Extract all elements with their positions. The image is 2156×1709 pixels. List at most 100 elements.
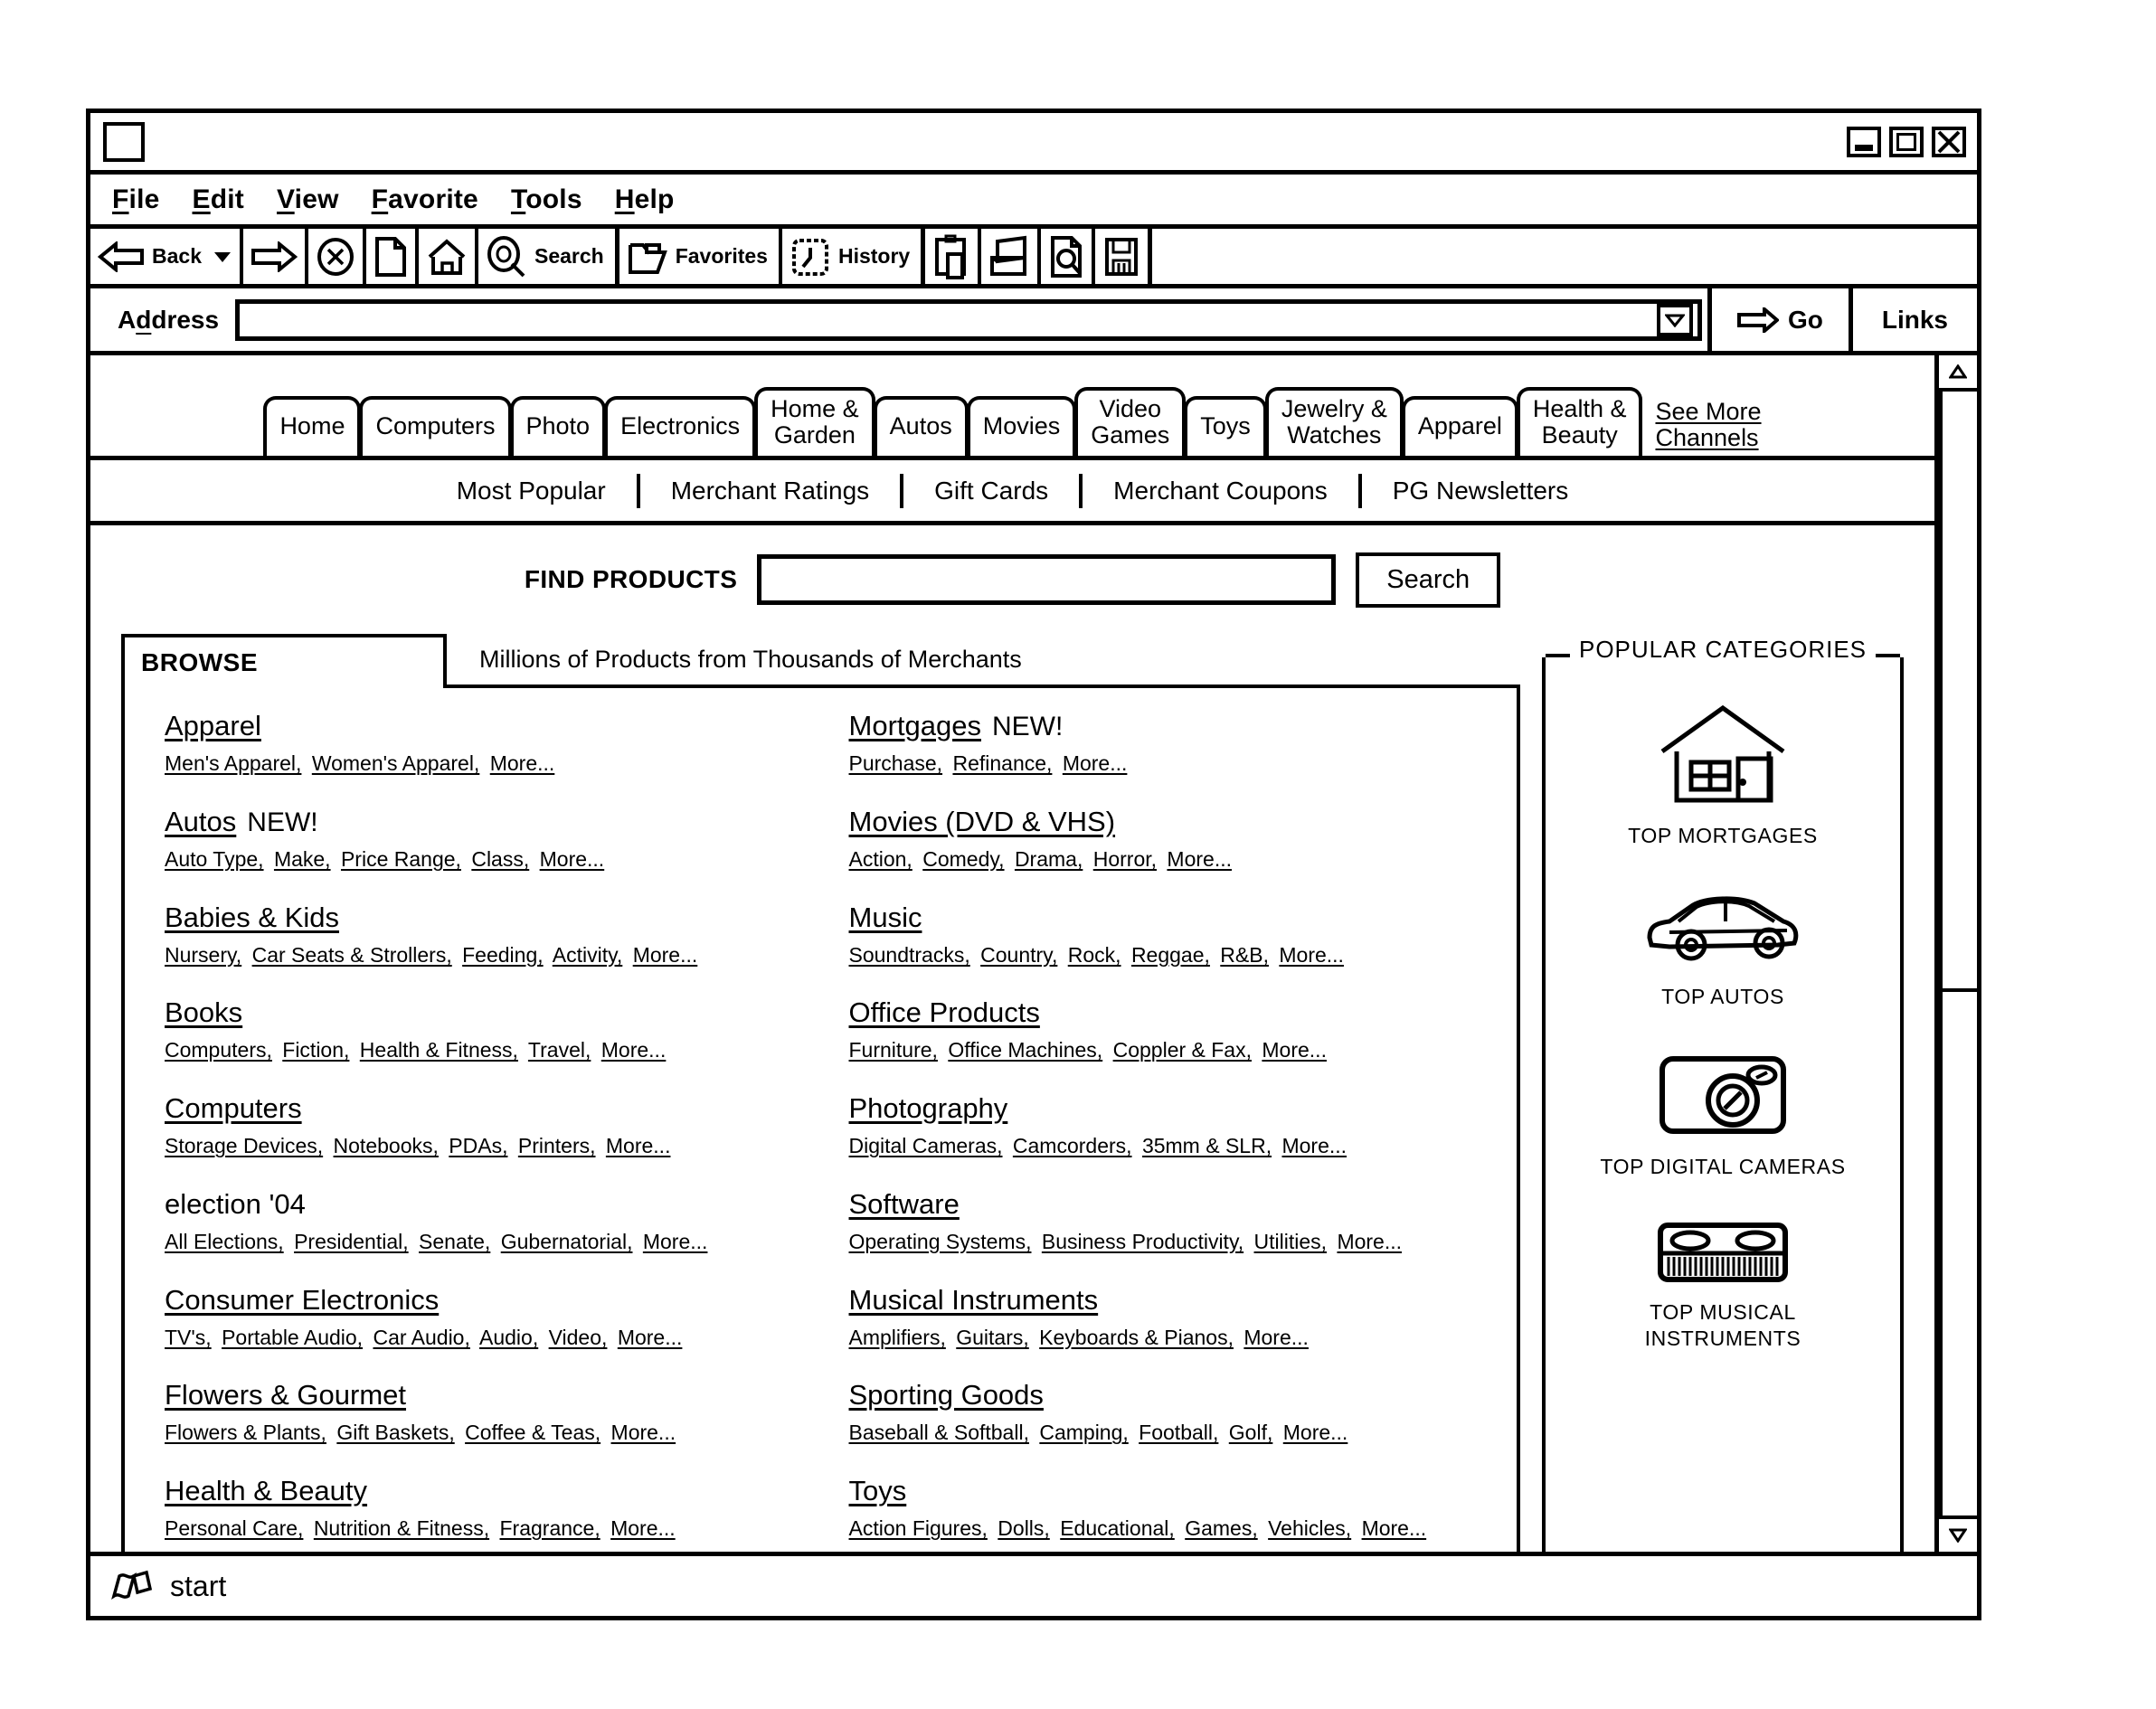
category-sublink[interactable]: More... xyxy=(633,943,698,967)
menu-tools[interactable]: Tools xyxy=(511,184,582,215)
channel-tab-movies[interactable]: Movies xyxy=(966,396,1077,456)
category-sublink[interactable]: Feeding, xyxy=(462,943,544,967)
category-sublink[interactable]: More... xyxy=(490,751,555,775)
category-sublink[interactable]: Educational, xyxy=(1060,1516,1175,1540)
category-sublink[interactable]: TV's, xyxy=(165,1326,212,1349)
category-sublink[interactable]: Fiction, xyxy=(282,1038,349,1062)
popular-category-item[interactable]: TOP MORTGAGES xyxy=(1555,699,1891,849)
channel-tab-jewelry-watches[interactable]: Jewelry & Watches xyxy=(1264,386,1404,456)
category-sublink[interactable]: Utilities, xyxy=(1254,1230,1328,1253)
category-sublink[interactable]: Purchase, xyxy=(849,751,943,775)
category-title-link[interactable]: Musical Instruments xyxy=(849,1284,1099,1317)
category-sublink[interactable]: Activity, xyxy=(553,943,623,967)
minimize-button[interactable] xyxy=(1847,126,1881,157)
channel-tab-health-beauty[interactable]: Health & Beauty xyxy=(1516,386,1643,456)
popular-category-item[interactable]: TOP AUTOS xyxy=(1555,891,1891,1010)
category-sublink[interactable]: Health & Fitness, xyxy=(360,1038,518,1062)
category-sublink[interactable]: Make, xyxy=(274,847,331,871)
scroll-down-button[interactable] xyxy=(1939,1515,1977,1552)
print-button[interactable] xyxy=(981,229,1042,284)
category-sublink[interactable]: Camcorders, xyxy=(1013,1134,1132,1157)
category-sublink[interactable]: Gift Baskets, xyxy=(336,1421,454,1444)
category-sublink[interactable]: More... xyxy=(606,1134,671,1157)
subnav-item-merchant-ratings[interactable]: Merchant Ratings xyxy=(640,477,900,505)
edit-button[interactable] xyxy=(1041,229,1096,284)
category-sublink[interactable]: Country, xyxy=(980,943,1057,967)
category-sublink[interactable]: More... xyxy=(1279,943,1344,967)
category-sublink[interactable]: Vehicles, xyxy=(1268,1516,1351,1540)
find-products-search-button[interactable]: Search xyxy=(1356,552,1501,608)
category-sublink[interactable]: Personal Care, xyxy=(165,1516,303,1540)
category-sublink[interactable]: 35mm & SLR, xyxy=(1142,1134,1272,1157)
category-sublink[interactable]: Guitars, xyxy=(956,1326,1029,1349)
category-sublink[interactable]: Rock, xyxy=(1068,943,1121,967)
category-sublink[interactable]: Nursery, xyxy=(165,943,241,967)
subnav-item-pg-newsletters[interactable]: PG Newsletters xyxy=(1362,477,1600,505)
address-dropdown-button[interactable] xyxy=(1656,303,1693,336)
category-sublink[interactable]: Notebooks, xyxy=(334,1134,439,1157)
category-sublink[interactable]: Fragrance, xyxy=(500,1516,600,1540)
search-button[interactable]: Search xyxy=(478,229,615,284)
category-sublink[interactable]: More... xyxy=(1337,1230,1402,1253)
category-sublink[interactable]: Drama, xyxy=(1015,847,1083,871)
category-sublink[interactable]: More... xyxy=(1362,1516,1427,1540)
category-sublink[interactable]: Class, xyxy=(471,847,529,871)
channel-tab-photo[interactable]: Photo xyxy=(509,396,607,456)
category-sublink[interactable]: R&B, xyxy=(1220,943,1269,967)
category-sublink[interactable]: Presidential, xyxy=(294,1230,409,1253)
menu-view[interactable]: View xyxy=(277,184,339,215)
category-sublink[interactable]: Action Figures, xyxy=(849,1516,988,1540)
category-title-link[interactable]: Music xyxy=(849,902,922,934)
category-sublink[interactable]: Camping, xyxy=(1039,1421,1128,1444)
popular-category-item[interactable]: TOP MUSICAL INSTRUMENTS xyxy=(1555,1221,1891,1352)
go-button[interactable]: Go xyxy=(1717,306,1843,335)
stop-button[interactable] xyxy=(308,229,366,284)
category-sublink[interactable]: Golf, xyxy=(1229,1421,1273,1444)
category-sublink[interactable]: Gubernatorial, xyxy=(501,1230,633,1253)
category-sublink[interactable]: Dolls, xyxy=(998,1516,1050,1540)
menu-edit[interactable]: Edit xyxy=(193,184,244,215)
scroll-up-button[interactable] xyxy=(1939,355,1977,392)
menu-help[interactable]: Help xyxy=(615,184,675,215)
back-button[interactable]: Back xyxy=(90,229,243,284)
category-sublink[interactable]: Senate, xyxy=(419,1230,490,1253)
category-title-link[interactable]: Computers xyxy=(165,1092,302,1125)
category-sublink[interactable]: More... xyxy=(1281,1134,1347,1157)
mail-button[interactable] xyxy=(925,229,982,284)
scrollbar-thumb[interactable] xyxy=(1939,392,1977,988)
category-sublink[interactable]: PDAs, xyxy=(449,1134,507,1157)
category-sublink[interactable]: Auto Type, xyxy=(165,847,264,871)
history-button[interactable]: History xyxy=(782,229,921,284)
maximize-button[interactable] xyxy=(1889,126,1924,157)
home-button[interactable] xyxy=(419,229,478,284)
category-sublink[interactable]: Office Machines, xyxy=(948,1038,1102,1062)
category-title-link[interactable]: Sporting Goods xyxy=(849,1379,1044,1412)
category-sublink[interactable]: More... xyxy=(1063,751,1128,775)
category-sublink[interactable]: Refinance, xyxy=(952,751,1052,775)
save-button[interactable] xyxy=(1095,229,1148,284)
category-sublink[interactable]: Portable Audio, xyxy=(222,1326,363,1349)
channel-tab-computers[interactable]: Computers xyxy=(359,396,512,456)
subnav-item-merchant-coupons[interactable]: Merchant Coupons xyxy=(1083,477,1358,505)
channel-tab-video-games[interactable]: Video Games xyxy=(1074,386,1187,456)
category-sublink[interactable]: Keyboards & Pianos, xyxy=(1039,1326,1234,1349)
category-title-link[interactable]: Office Products xyxy=(849,996,1040,1029)
category-sublink[interactable]: Computers, xyxy=(165,1038,272,1062)
category-title-link[interactable]: Apparel xyxy=(165,710,261,742)
category-sublink[interactable]: Soundtracks, xyxy=(849,943,970,967)
find-products-input[interactable] xyxy=(757,554,1337,605)
channel-tab-autos[interactable]: Autos xyxy=(873,396,969,456)
refresh-button[interactable] xyxy=(366,229,419,284)
category-sublink[interactable]: More... xyxy=(618,1326,683,1349)
category-sublink[interactable]: More... xyxy=(1262,1038,1327,1062)
start-flag-icon[interactable] xyxy=(110,1569,154,1603)
category-title-link[interactable]: Autos xyxy=(165,806,236,838)
category-sublink[interactable]: Storage Devices, xyxy=(165,1134,323,1157)
category-title-link[interactable]: Photography xyxy=(849,1092,1008,1125)
category-sublink[interactable]: Travel, xyxy=(528,1038,591,1062)
category-sublink[interactable]: Operating Systems, xyxy=(849,1230,1032,1253)
category-sublink[interactable]: More... xyxy=(540,847,605,871)
category-sublink[interactable]: Women's Apparel, xyxy=(312,751,480,775)
category-sublink[interactable]: More... xyxy=(643,1230,708,1253)
category-sublink[interactable]: Games, xyxy=(1185,1516,1258,1540)
